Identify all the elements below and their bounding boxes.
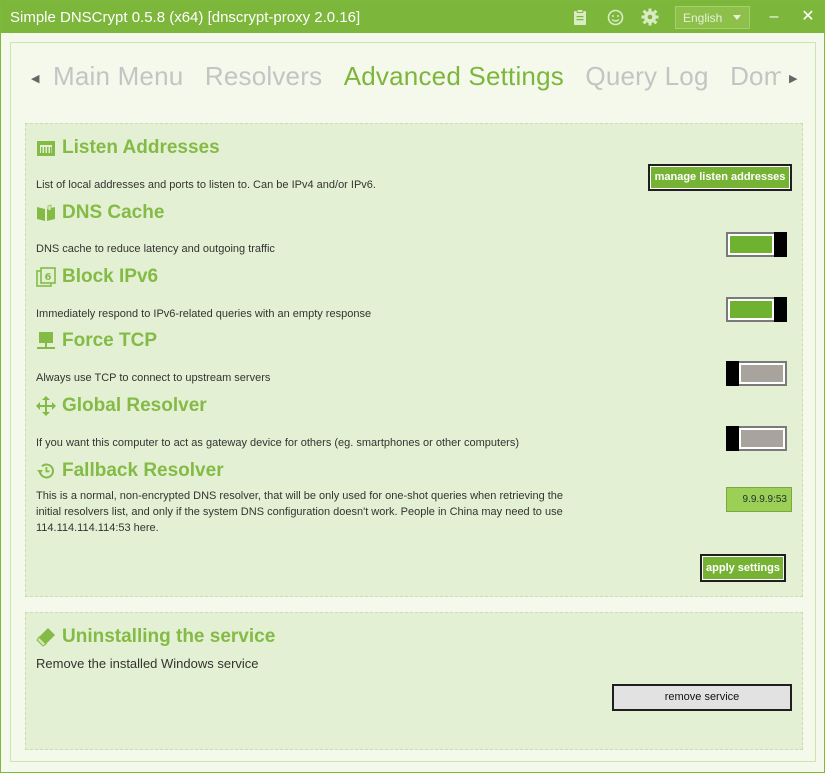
app-window: Simple DNSCrypt 0.5.8 (x64) [dnscrypt-pr… [0,0,825,773]
listen-addresses-title: Listen Addresses [36,137,220,159]
tab-scroll-right-icon[interactable]: ▶ [789,72,797,85]
force-tcp-title: Force TCP [36,330,157,352]
toggle-knob [774,297,787,322]
block-ipv6-toggle[interactable] [726,297,787,322]
network-icon [36,331,56,351]
dns-cache-description: DNS cache to reduce latency and outgoing… [36,243,275,255]
tab-resolvers[interactable]: Resolvers [205,61,322,92]
gear-icon[interactable] [640,7,660,27]
remove-service-button[interactable]: remove service [612,684,792,711]
block-ipv6-title: 6 Block IPv6 [36,266,158,288]
close-button[interactable]: ✕ [795,5,821,29]
book-icon [36,203,56,223]
global-resolver-description: If you want this computer to act as gate… [36,437,520,449]
tab-main-menu[interactable]: Main Menu [53,61,183,92]
tab-advanced-settings[interactable]: Advanced Settings [344,61,564,92]
content-area: ◀ Main Menu Resolvers Advanced Settings … [10,42,816,762]
listen-addresses-description: List of local addresses and ports to lis… [36,179,376,191]
block-ipv6-description: Immediately respond to IPv6-related quer… [36,308,372,320]
force-tcp-title-text: Force TCP [62,330,158,351]
uninstall-title-text: Uninstalling the service [62,626,276,647]
window-title: Simple DNSCrypt 0.5.8 (x64) [dnscrypt-pr… [10,9,361,26]
clipboard-icon[interactable] [570,7,590,27]
title-bar[interactable]: Simple DNSCrypt 0.5.8 (x64) [dnscrypt-pr… [1,1,824,33]
uninstall-panel: Uninstalling the service Remove the inst… [25,612,803,750]
toggle-track [741,365,783,382]
force-tcp-description: Always use TCP to connect to upstream se… [36,372,271,384]
fallback-resolver-title-text: Fallback Resolver [62,460,224,481]
global-resolver-title: Global Resolver [36,395,207,417]
fallback-resolver-input[interactable]: 9.9.9.9:53 [726,487,792,512]
fallback-resolver-description: This is a normal, non-encrypted DNS reso… [36,490,564,534]
listen-addresses-title-text: Listen Addresses [62,137,220,158]
svg-text:6: 6 [45,272,52,283]
tab-domain-partial[interactable]: Doma [730,61,781,92]
dns-cache-title: DNS Cache [36,202,164,224]
tab-bar: Main Menu Resolvers Advanced Settings Qu… [53,61,781,101]
uninstall-title: Uninstalling the service [36,626,275,648]
dns-cache-toggle[interactable] [726,232,787,257]
settings-panel: Listen Addresses List of local addresses… [25,123,803,597]
arrows-move-icon [36,396,56,416]
global-resolver-toggle[interactable] [726,426,787,451]
eraser-icon [36,627,56,647]
tab-scroll-left-icon[interactable]: ◀ [31,72,39,85]
minimize-button[interactable]: – [761,5,787,29]
apply-settings-button[interactable]: apply settings [700,554,786,582]
restore-icon [36,461,56,481]
global-resolver-title-text: Global Resolver [62,395,207,416]
dns-cache-title-text: DNS Cache [62,202,165,223]
manage-listen-addresses-button[interactable]: manage listen addresses [648,164,792,191]
block-ipv6-title-text: Block IPv6 [62,266,159,287]
toggle-knob [726,361,739,386]
toggle-track [730,301,772,318]
toggle-knob [726,426,739,451]
tab-query-log[interactable]: Query Log [585,61,708,92]
smiley-icon[interactable] [605,7,625,27]
chevron-down-icon [733,15,741,20]
uninstall-description: Remove the installed Windows service [36,656,259,671]
force-tcp-toggle[interactable] [726,361,787,386]
toggle-track [730,236,772,253]
ethernet-port-icon [36,138,56,158]
language-select[interactable]: English [675,6,750,29]
language-select-value: English [683,11,723,25]
six-box-icon: 6 [36,267,56,287]
toggle-track [741,430,783,447]
toggle-knob [774,232,787,257]
fallback-resolver-title: Fallback Resolver [36,460,224,482]
